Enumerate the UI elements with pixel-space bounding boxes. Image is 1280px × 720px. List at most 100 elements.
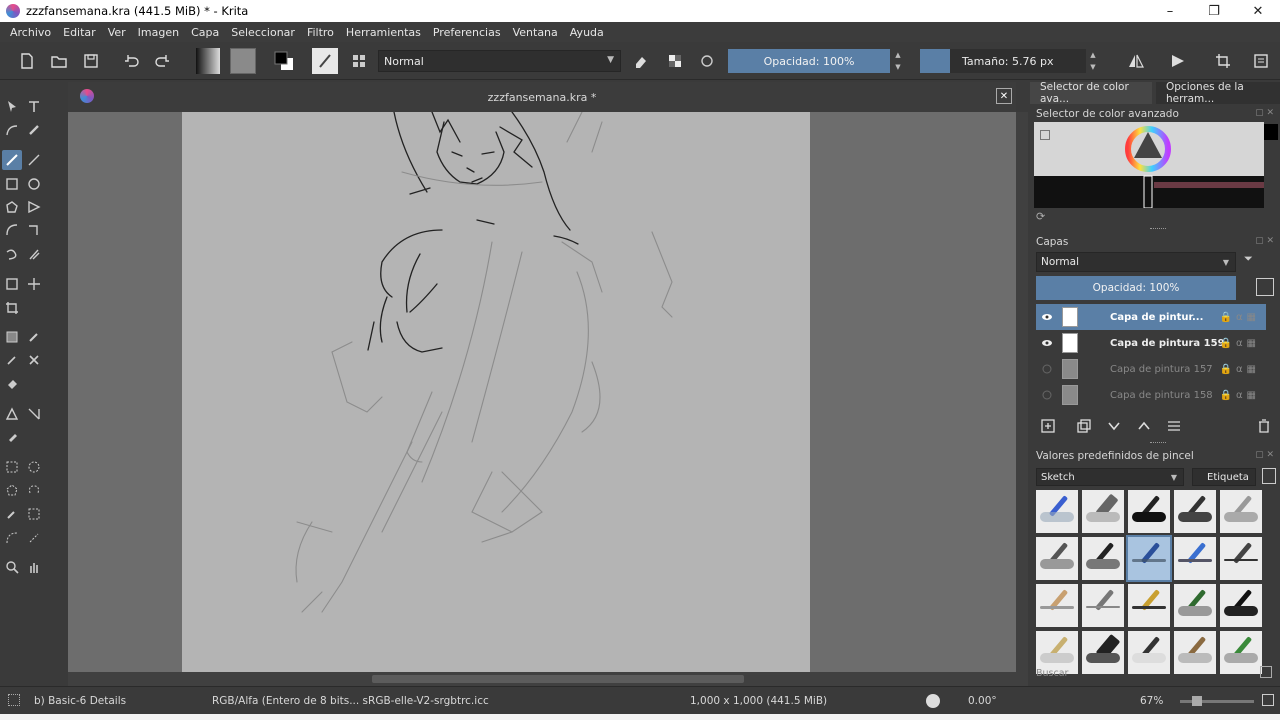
delete-layer-icon[interactable] bbox=[1254, 416, 1274, 436]
layer-property-icons[interactable]: 🔒α▦ bbox=[1220, 364, 1261, 375]
refresh-colors-icon[interactable]: ⟳ bbox=[1036, 210, 1045, 223]
contiguous-select-icon[interactable] bbox=[2, 504, 22, 524]
menu-herramientas[interactable]: Herramientas bbox=[340, 26, 427, 39]
menu-ventana[interactable]: Ventana bbox=[507, 26, 564, 39]
presets-menu-icon[interactable] bbox=[1262, 468, 1276, 484]
minimize-button[interactable]: – bbox=[1148, 0, 1192, 22]
docker-float-close-icon[interactable]: ▢ ✕ bbox=[1255, 108, 1274, 118]
close-window-button[interactable]: ✕ bbox=[1236, 0, 1280, 22]
docker-grip[interactable] bbox=[1150, 228, 1166, 231]
menu-filtro[interactable]: Filtro bbox=[301, 26, 340, 39]
freehand-select-icon[interactable] bbox=[24, 480, 44, 500]
dynamic-brush-icon[interactable] bbox=[2, 244, 22, 264]
close-document-button[interactable]: ✕ bbox=[996, 88, 1012, 104]
menu-preferencias[interactable]: Preferencias bbox=[427, 26, 507, 39]
fill-tool-icon[interactable] bbox=[2, 374, 22, 394]
freehand-brush-icon[interactable] bbox=[2, 150, 22, 170]
menu-imagen[interactable]: Imagen bbox=[132, 26, 185, 39]
brush-preset-selected[interactable] bbox=[1126, 535, 1172, 582]
layer-settings-icon[interactable] bbox=[1164, 416, 1184, 436]
zoom-fit-icon[interactable] bbox=[1262, 694, 1274, 706]
preset-group-select[interactable]: Sketch ▼ bbox=[1036, 468, 1184, 486]
gradient-tool-icon[interactable] bbox=[2, 327, 22, 347]
zoom-tool-icon[interactable] bbox=[2, 557, 22, 577]
polygon-tool-icon[interactable] bbox=[2, 197, 22, 217]
layer-opacity-slider[interactable]: Opacidad: 100% bbox=[1036, 276, 1236, 300]
measure-tool-icon[interactable] bbox=[24, 404, 44, 424]
tab-tool-options[interactable]: Opciones de la herram... bbox=[1156, 81, 1280, 105]
multibrush-icon[interactable] bbox=[24, 244, 44, 264]
brush-preset[interactable] bbox=[1036, 584, 1078, 627]
open-folder-icon[interactable] bbox=[48, 48, 70, 74]
docker-grip[interactable] bbox=[1150, 442, 1166, 445]
brush-preset[interactable] bbox=[1082, 631, 1124, 674]
duplicate-layer-icon[interactable] bbox=[1074, 416, 1094, 436]
brush-preset[interactable] bbox=[1174, 631, 1216, 674]
brush-preset[interactable] bbox=[1128, 584, 1170, 627]
magnetic-select-icon[interactable] bbox=[24, 528, 44, 548]
size-spinner[interactable]: ▲ ▼ bbox=[1088, 49, 1098, 73]
tag-button[interactable]: Etiqueta bbox=[1192, 468, 1256, 486]
layer-property-icons[interactable]: 🔒α▦ bbox=[1220, 390, 1261, 401]
brush-preset[interactable] bbox=[1174, 490, 1216, 533]
eye-icon[interactable] bbox=[1040, 310, 1054, 324]
menu-capa[interactable]: Capa bbox=[185, 26, 225, 39]
reload-preset-icon[interactable] bbox=[696, 48, 718, 74]
brush-preset[interactable] bbox=[1220, 584, 1262, 627]
mirror-vertical-icon[interactable] bbox=[1166, 48, 1190, 74]
tab-advanced-color-selector[interactable]: Selector de color ava... bbox=[1030, 81, 1152, 105]
brush-preset[interactable] bbox=[1082, 584, 1124, 627]
workspace-grid-icon[interactable] bbox=[348, 48, 370, 74]
save-icon[interactable] bbox=[80, 48, 102, 74]
menu-seleccionar[interactable]: Seleccionar bbox=[225, 26, 301, 39]
horizontal-scroll-thumb[interactable] bbox=[372, 675, 744, 683]
text-tool-icon[interactable] bbox=[24, 96, 44, 116]
brush-preset[interactable] bbox=[1174, 584, 1216, 627]
menu-ayuda[interactable]: Ayuda bbox=[564, 26, 610, 39]
blend-mode-select[interactable]: Normal ▼ bbox=[378, 50, 621, 72]
selection-icon[interactable] bbox=[8, 694, 20, 706]
menu-ver[interactable]: Ver bbox=[102, 26, 132, 39]
rotation-icon[interactable] bbox=[926, 694, 940, 708]
line-tool-icon[interactable] bbox=[24, 150, 44, 170]
wrap-around-icon[interactable] bbox=[1212, 48, 1234, 74]
canvas-paper[interactable] bbox=[182, 112, 810, 672]
crop-tool-icon[interactable] bbox=[2, 298, 22, 318]
add-layer-icon[interactable] bbox=[1038, 416, 1058, 436]
pan-tool-icon[interactable] bbox=[24, 557, 44, 577]
similar-select-icon[interactable] bbox=[24, 504, 44, 524]
new-document-icon[interactable] bbox=[16, 48, 38, 74]
move-tool-icon[interactable] bbox=[24, 274, 44, 294]
preset-search-input[interactable]: Buscar bbox=[1036, 668, 1068, 679]
color-selector-settings-icon[interactable] bbox=[1040, 130, 1050, 140]
mirror-horizontal-icon[interactable] bbox=[1124, 48, 1148, 74]
zoom-slider[interactable] bbox=[1180, 696, 1254, 706]
advanced-color-selector[interactable] bbox=[1034, 122, 1264, 208]
menu-archivo[interactable]: Archivo bbox=[4, 26, 57, 39]
gradient-selector[interactable] bbox=[196, 48, 220, 74]
select-shape-icon[interactable] bbox=[2, 96, 22, 116]
brush-preset[interactable] bbox=[1128, 631, 1170, 674]
brush-preset[interactable] bbox=[1128, 490, 1170, 533]
brush-preset[interactable] bbox=[1220, 631, 1262, 674]
foreground-background-color-icon[interactable] bbox=[270, 48, 298, 74]
undo-icon[interactable] bbox=[120, 48, 142, 74]
eye-icon[interactable] bbox=[1040, 336, 1054, 350]
polyline-tool-icon[interactable] bbox=[24, 197, 44, 217]
layer-row[interactable]: Capa de pintura 159 🔒α▦ bbox=[1036, 330, 1266, 356]
layers-float-close-icon[interactable]: ▢ ✕ bbox=[1255, 236, 1274, 246]
layer-blend-mode-select[interactable]: Normal ▼ bbox=[1036, 252, 1236, 272]
brush-preset[interactable] bbox=[1036, 537, 1078, 580]
opacity-slider[interactable]: Opacidad: 100% bbox=[728, 49, 890, 73]
layer-row[interactable]: Capa de pintura 158 🔒α▦ bbox=[1036, 382, 1266, 408]
rectangle-select-icon[interactable] bbox=[2, 457, 22, 477]
move-layer-up-icon[interactable] bbox=[1134, 416, 1154, 436]
layer-properties-icon[interactable] bbox=[1256, 278, 1274, 296]
alpha-lock-icon[interactable] bbox=[664, 48, 686, 74]
redo-icon[interactable] bbox=[152, 48, 174, 74]
menu-editar[interactable]: Editar bbox=[57, 26, 102, 39]
colorize-mask-icon[interactable] bbox=[2, 350, 22, 370]
bezier-select-icon[interactable] bbox=[2, 528, 22, 548]
layer-row[interactable]: Capa de pintur... 🔒α▦ bbox=[1036, 304, 1266, 330]
pattern-selector[interactable] bbox=[230, 48, 256, 74]
